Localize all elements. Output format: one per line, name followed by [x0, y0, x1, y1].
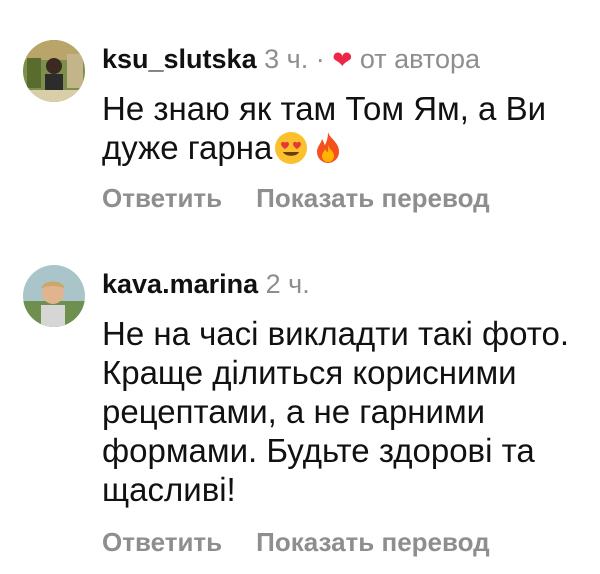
- username[interactable]: ksu_slutska: [102, 44, 257, 74]
- liked-by-author-label: от автора: [359, 44, 481, 74]
- separator: ·: [315, 44, 325, 74]
- comment-header: kava.marina 2 ч.: [102, 267, 310, 301]
- comment-header: ksu_slutska 3 ч. · ❤ от автора: [102, 42, 480, 78]
- fire-emoji-icon: [314, 131, 342, 173]
- reply-button[interactable]: Ответить: [102, 183, 222, 213]
- avatar[interactable]: [23, 265, 85, 327]
- comment-text: Не на часі викладти такі фото. Краще діл…: [102, 315, 570, 508]
- reply-button[interactable]: Ответить: [102, 527, 222, 557]
- show-translation-button[interactable]: Показать перевод: [256, 183, 490, 213]
- heart-eyes-emoji-icon: [274, 131, 308, 173]
- avatar[interactable]: [23, 40, 85, 102]
- comment-text: Не знаю як там Том Ям, а Ви дуже гарна: [102, 89, 582, 173]
- comment-actions: Ответить Показать перевод: [102, 182, 524, 214]
- heart-icon: ❤: [332, 47, 353, 74]
- comment-actions: Ответить Показать перевод: [102, 526, 524, 558]
- comment-time: 3 ч.: [264, 44, 309, 74]
- username[interactable]: kava.marina: [102, 269, 258, 299]
- show-translation-button[interactable]: Показать перевод: [256, 527, 490, 557]
- comment-time: 2 ч.: [265, 269, 310, 299]
